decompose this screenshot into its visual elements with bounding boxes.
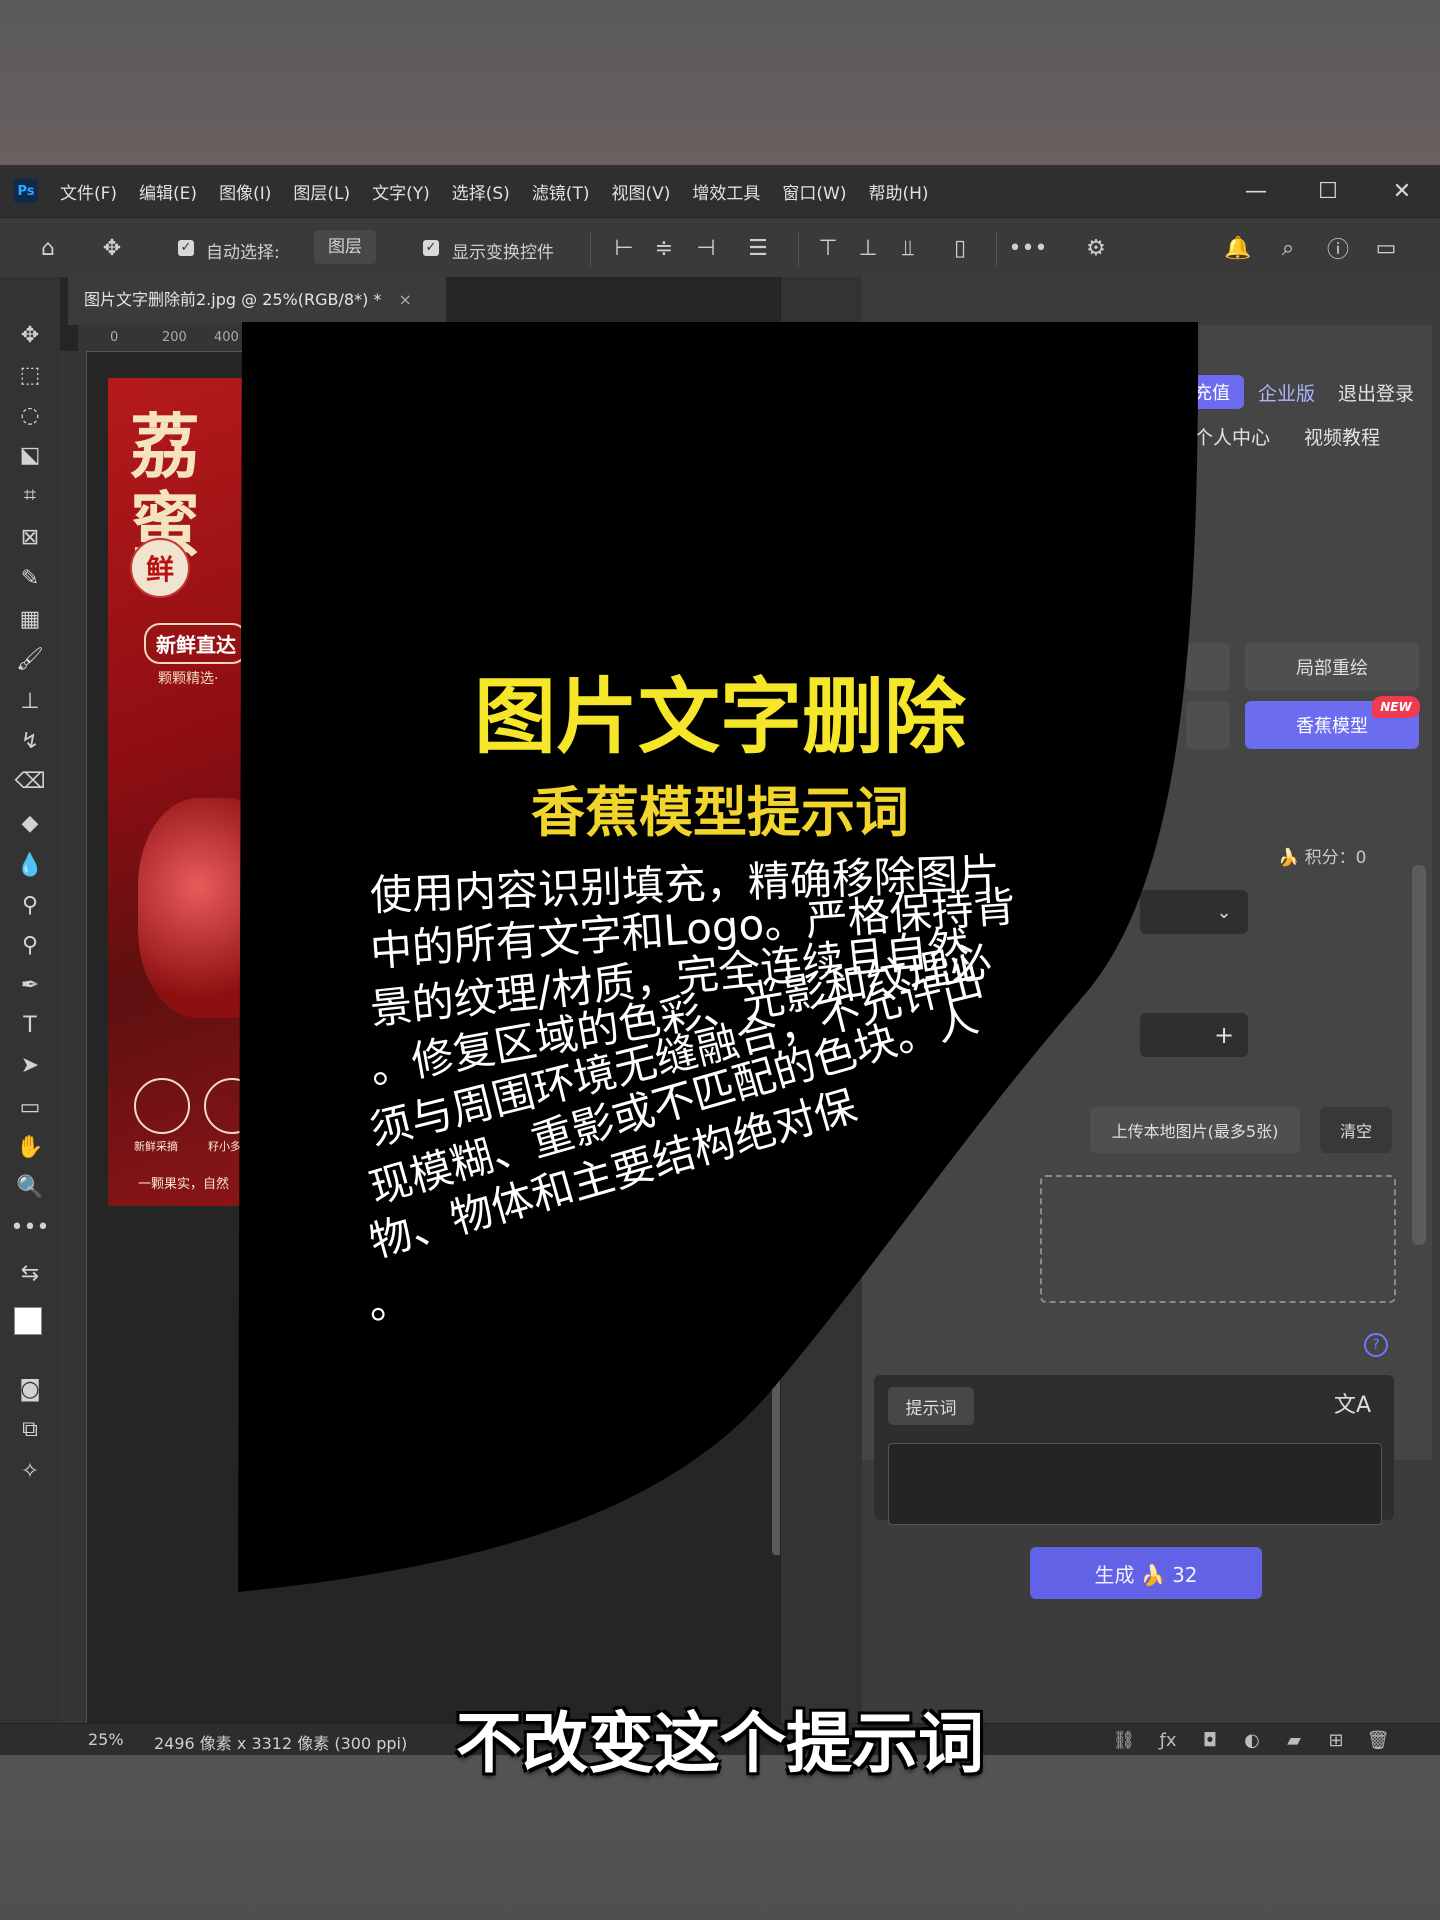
overlay-subtitle: 香蕉模型提示词 bbox=[531, 781, 909, 844]
video-caption: 不改变这个提示词 bbox=[456, 1705, 984, 1782]
overlay-text-line: 。 bbox=[370, 1279, 413, 1328]
overlay-title: 图片文字删除 bbox=[473, 670, 966, 765]
